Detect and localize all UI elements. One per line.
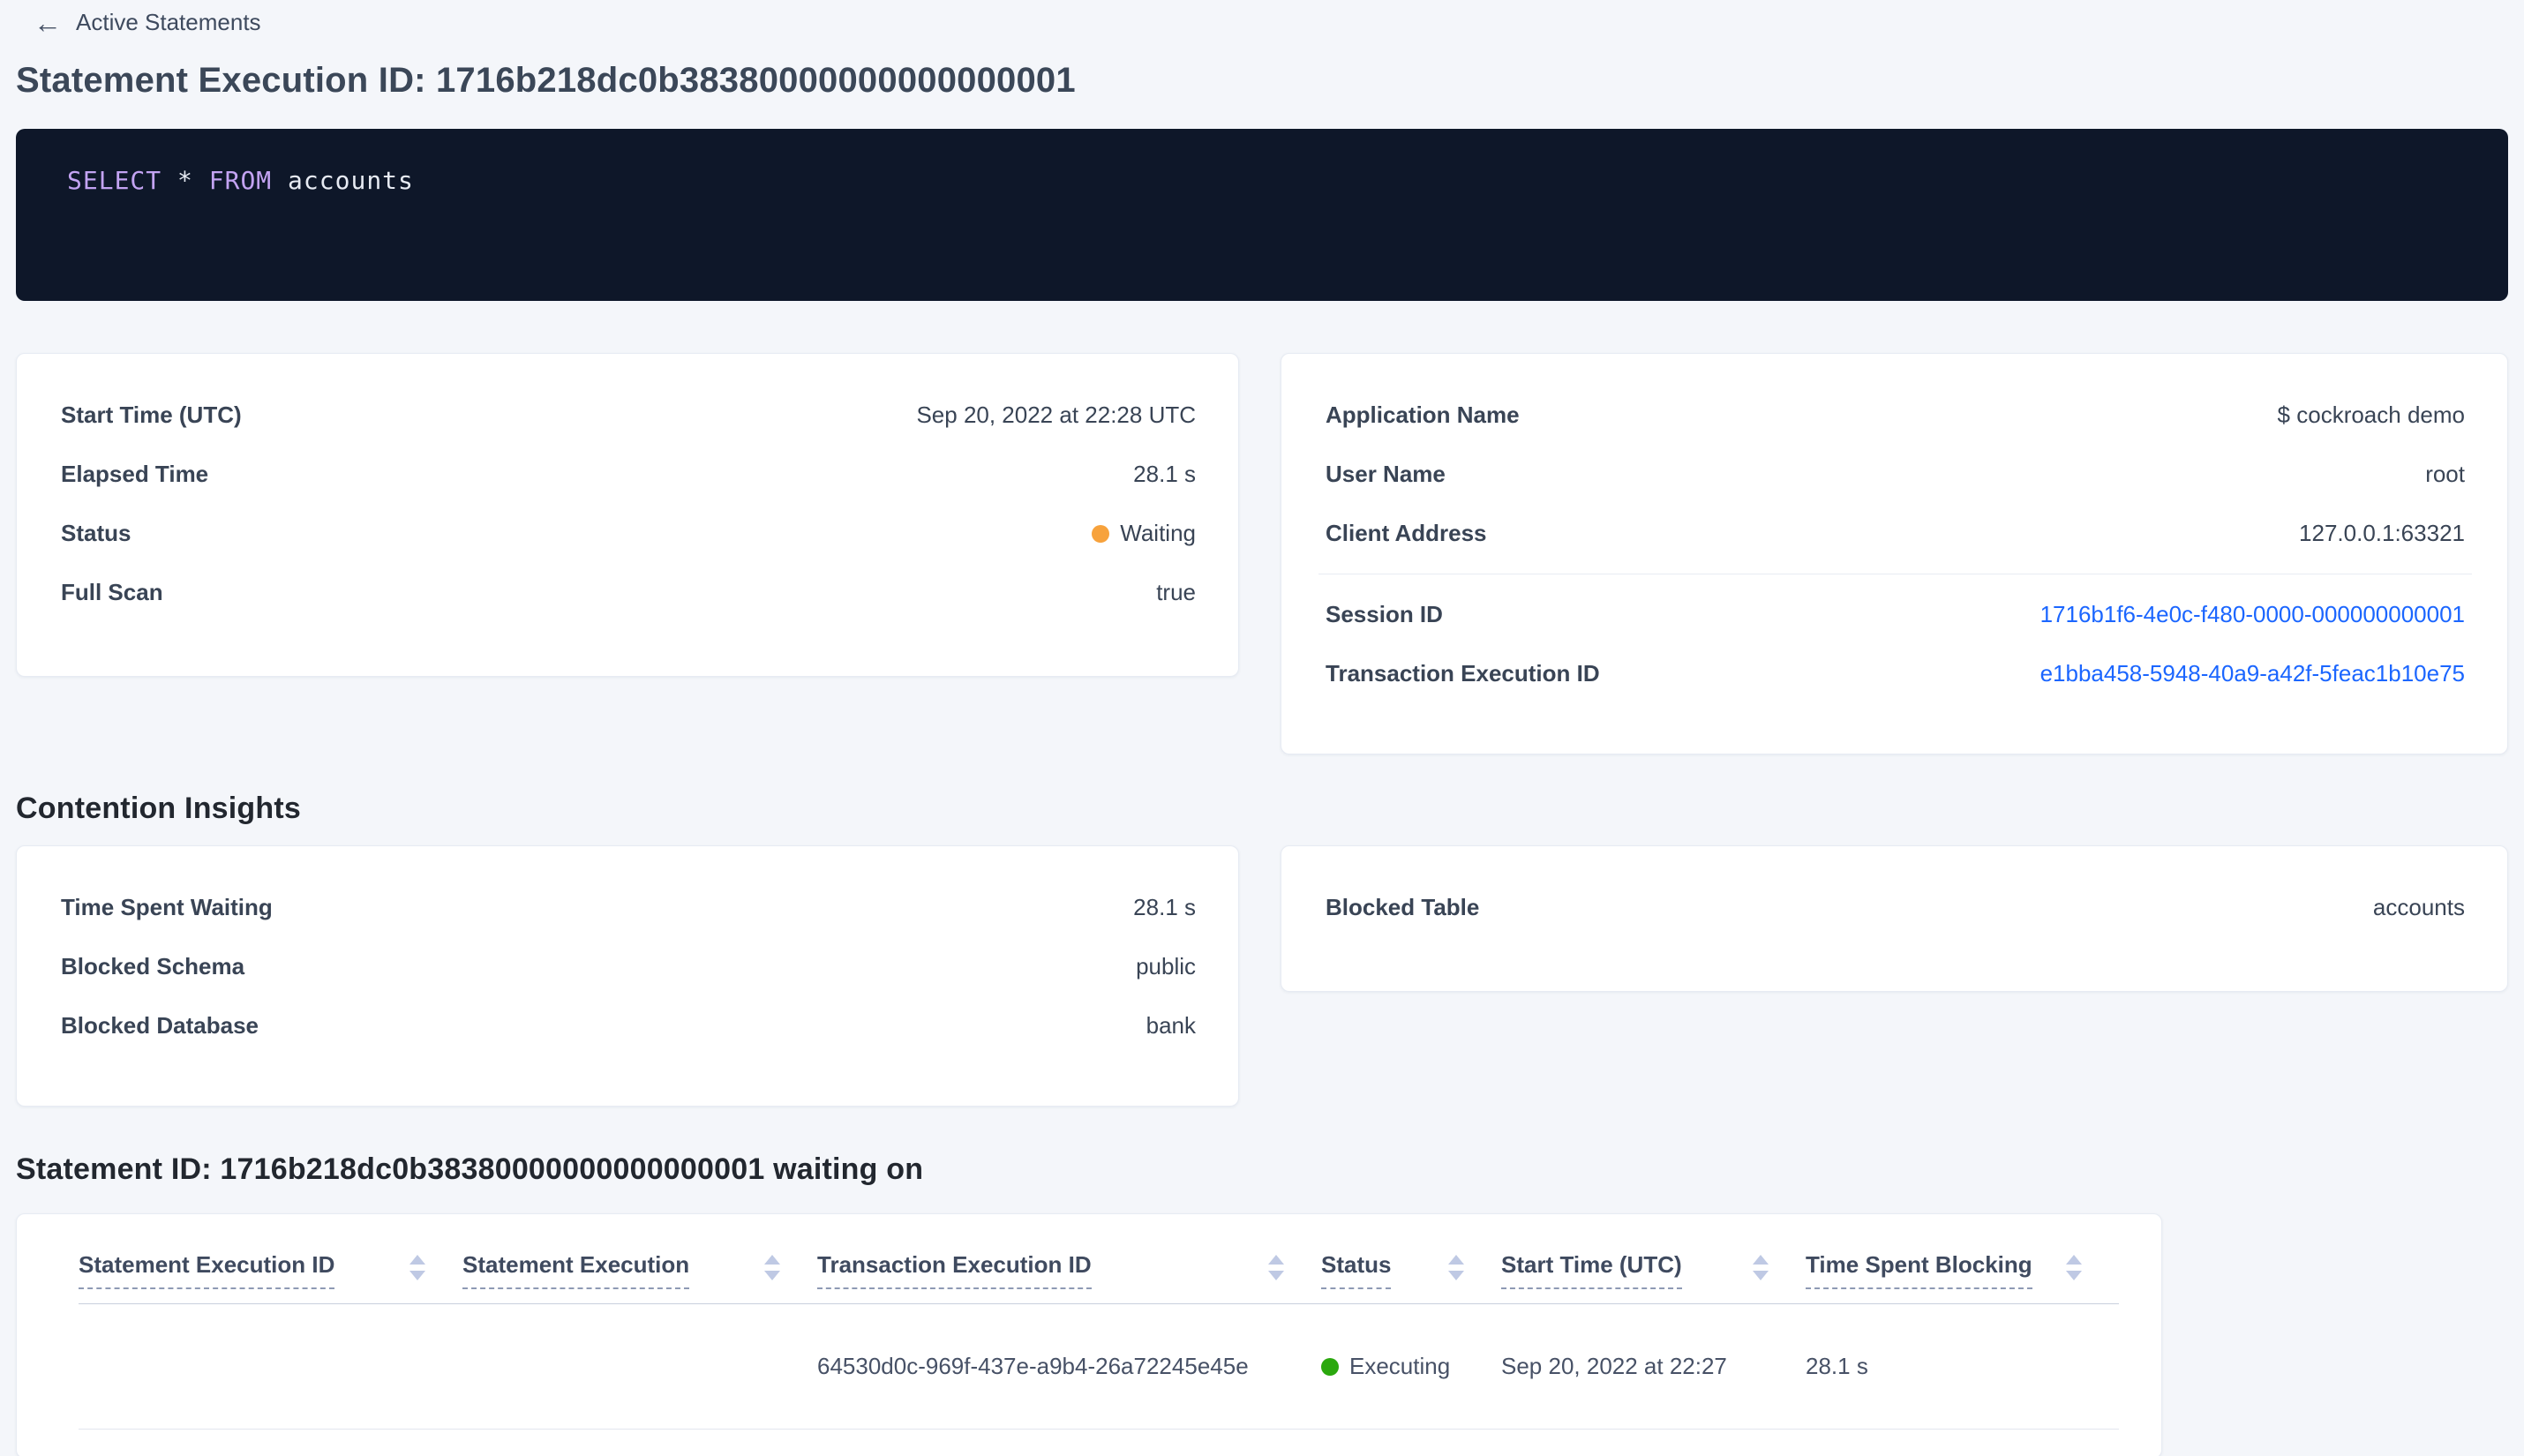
sql-text: accounts — [272, 166, 414, 195]
table-header-row: Statement Execution ID Statement Executi… — [79, 1214, 2119, 1304]
blocked-schema-label: Blocked Schema — [61, 953, 245, 979]
sort-icon[interactable] — [764, 1255, 780, 1280]
contention-cards-row: Time Spent Waiting 28.1 s Blocked Schema… — [16, 845, 2508, 1107]
blocked-database-row: Blocked Database bank — [61, 996, 1196, 1055]
column-header-label[interactable]: Statement Execution — [462, 1251, 690, 1289]
cell-transaction-execution-id: 64530d0c-969f-437e-a9b4-26a72245e45e — [817, 1353, 1249, 1379]
summary-cards-row: Start Time (UTC) Sep 20, 2022 at 22:28 U… — [16, 353, 2508, 754]
status-text: Waiting — [1120, 520, 1196, 546]
transaction-execution-id-row: Transaction Execution ID e1bba458-5948-4… — [1326, 644, 2465, 703]
start-time-value: Sep 20, 2022 at 22:28 UTC — [916, 402, 1196, 428]
waiting-status-dot-icon — [1092, 524, 1110, 543]
cell-time-spent-blocking: 28.1 s — [1806, 1353, 1868, 1379]
overview-card: Start Time (UTC) Sep 20, 2022 at 22:28 U… — [16, 353, 1239, 677]
sort-icon[interactable] — [1448, 1255, 1464, 1280]
application-name-value: $ cockroach demo — [2277, 402, 2465, 428]
transaction-execution-id-label: Transaction Execution ID — [1326, 660, 1600, 687]
sql-statement-box: SELECT * FROM accounts — [16, 129, 2508, 301]
client-address-label: Client Address — [1326, 520, 1487, 546]
status-label: Status — [61, 520, 131, 546]
start-time-row: Start Time (UTC) Sep 20, 2022 at 22:28 U… — [61, 386, 1196, 445]
elapsed-time-row: Elapsed Time 28.1 s — [61, 445, 1196, 504]
column-header-time-spent-blocking[interactable]: Time Spent Blocking — [1806, 1251, 2119, 1289]
client-address-value: 127.0.0.1:63321 — [2299, 520, 2465, 546]
user-name-row: User Name root — [1326, 445, 2465, 504]
waiting-on-heading: Statement ID: 1716b218dc0b38380000000000… — [16, 1152, 924, 1186]
sort-icon[interactable] — [409, 1255, 425, 1280]
column-header-label[interactable]: Status — [1321, 1251, 1392, 1289]
cell-start-time: Sep 20, 2022 at 22:27 — [1501, 1353, 1727, 1379]
back-link-label: Active Statements — [76, 9, 261, 35]
contention-card: Time Spent Waiting 28.1 s Blocked Schema… — [16, 845, 1239, 1107]
column-header-start-time[interactable]: Start Time (UTC) — [1501, 1251, 1806, 1289]
session-id-row: Session ID 1716b1f6-4e0c-f480-0000-00000… — [1326, 585, 2465, 644]
column-header-status[interactable]: Status — [1321, 1251, 1501, 1289]
start-time-label: Start Time (UTC) — [61, 402, 242, 428]
status-value: Waiting — [1092, 520, 1196, 547]
user-name-label: User Name — [1326, 461, 1446, 487]
client-address-row: Client Address 127.0.0.1:63321 — [1326, 504, 2465, 563]
column-header-transaction-execution-id[interactable]: Transaction Execution ID — [817, 1251, 1321, 1289]
full-scan-value: true — [1156, 579, 1196, 605]
sql-keyword: SELECT — [67, 166, 162, 195]
column-header-label[interactable]: Time Spent Blocking — [1806, 1251, 2032, 1289]
session-id-link[interactable]: 1716b1f6-4e0c-f480-0000-000000000001 — [2040, 601, 2465, 628]
status-row: Status Waiting — [61, 504, 1196, 563]
back-link[interactable]: ← Active Statements — [34, 6, 2524, 39]
full-scan-label: Full Scan — [61, 579, 163, 605]
column-header-label[interactable]: Start Time (UTC) — [1501, 1251, 1682, 1289]
transaction-execution-id-link[interactable]: e1bba458-5948-40a9-a42f-5feac1b10e75 — [2040, 660, 2465, 687]
arrow-left-icon: ← — [34, 6, 62, 39]
sql-text: * — [162, 166, 209, 195]
column-header-statement-execution-id[interactable]: Statement Execution ID — [79, 1251, 462, 1289]
application-name-row: Application Name $ cockroach demo — [1326, 386, 2465, 445]
blocked-table-label: Blocked Table — [1326, 894, 1480, 920]
full-scan-row: Full Scan true — [61, 563, 1196, 622]
cell-status: Executing — [1321, 1353, 1501, 1380]
column-header-statement-execution[interactable]: Statement Execution — [462, 1251, 817, 1289]
table-row: 64530d0c-969f-437e-a9b4-26a72245e45e Exe… — [79, 1304, 2119, 1430]
blocked-table-row: Blocked Table accounts — [1326, 878, 2465, 937]
session-card: Application Name $ cockroach demo User N… — [1281, 353, 2508, 754]
elapsed-time-value: 28.1 s — [1133, 461, 1196, 487]
cell-status-text: Executing — [1349, 1353, 1451, 1379]
blocked-schema-row: Blocked Schema public — [61, 937, 1196, 996]
sql-statement: SELECT * FROM accounts — [67, 166, 2473, 195]
session-id-label: Session ID — [1326, 601, 1443, 627]
blocked-database-value: bank — [1146, 1012, 1196, 1039]
sort-icon[interactable] — [2066, 1255, 2082, 1280]
time-spent-waiting-row: Time Spent Waiting 28.1 s — [61, 878, 1196, 937]
waiting-on-table: Statement Execution ID Statement Executi… — [16, 1213, 2162, 1456]
elapsed-time-label: Elapsed Time — [61, 461, 209, 487]
column-header-label[interactable]: Statement Execution ID — [79, 1251, 335, 1289]
blocked-table-card: Blocked Table accounts — [1281, 845, 2508, 992]
user-name-value: root — [2425, 461, 2465, 487]
column-header-label[interactable]: Transaction Execution ID — [817, 1251, 1092, 1289]
time-spent-waiting-label: Time Spent Waiting — [61, 894, 273, 920]
blocked-table-value: accounts — [2372, 894, 2465, 920]
blocked-schema-value: public — [1136, 953, 1196, 979]
contention-insights-heading: Contention Insights — [16, 792, 301, 825]
sort-icon[interactable] — [1268, 1255, 1284, 1280]
page-title: Statement Execution ID: 1716b218dc0b3838… — [16, 61, 1076, 100]
blocked-database-label: Blocked Database — [61, 1012, 259, 1039]
sort-icon[interactable] — [1753, 1255, 1769, 1280]
executing-status-dot-icon — [1321, 1357, 1339, 1376]
sql-keyword: FROM — [208, 166, 273, 195]
time-spent-waiting-value: 28.1 s — [1133, 894, 1196, 920]
application-name-label: Application Name — [1326, 402, 1520, 428]
